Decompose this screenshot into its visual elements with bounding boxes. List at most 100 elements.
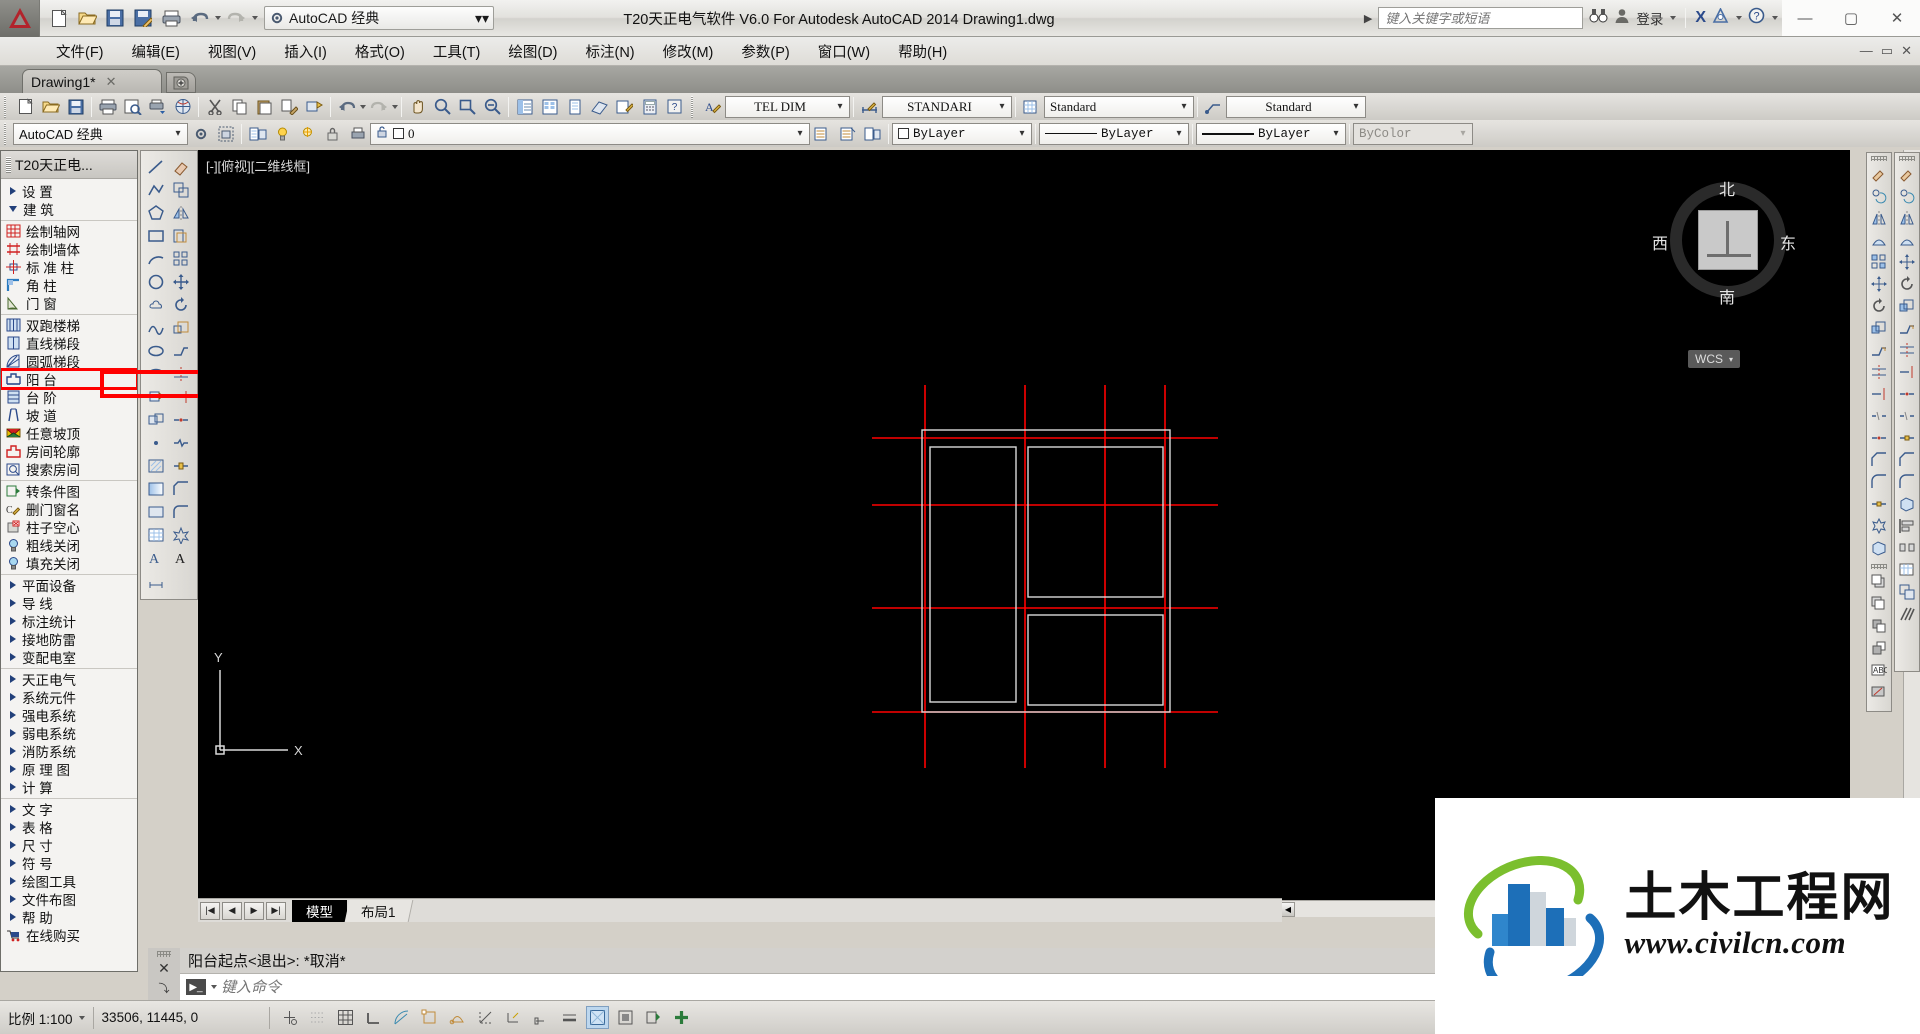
prev-tab-button[interactable]: ◀: [222, 901, 242, 920]
palette-item-thick-line-off[interactable]: 粗线关闭: [1, 536, 137, 554]
palette-title-bar[interactable]: T20天正电...: [1, 151, 137, 179]
single-text-icon[interactable]: A: [168, 546, 193, 569]
make-block-icon[interactable]: [143, 408, 168, 431]
layer-plot-icon[interactable]: [345, 122, 370, 145]
chevron-down-icon[interactable]: [78, 1015, 85, 1020]
publish-icon[interactable]: [145, 95, 170, 118]
print-icon[interactable]: [158, 5, 184, 31]
application-menu-button[interactable]: [0, 0, 40, 37]
palette-item-balcony[interactable]: 阳 台: [1, 368, 137, 390]
break-icon[interactable]: [1868, 405, 1890, 427]
tab-layout1[interactable]: 布局1: [344, 899, 413, 922]
doc-close-button[interactable]: ✕: [1901, 43, 1912, 59]
distribute-icon[interactable]: [1896, 537, 1918, 559]
chevron-down-icon[interactable]: ▾: [1329, 128, 1343, 139]
chevron-down-icon[interactable]: ▾: [171, 128, 185, 139]
autodesk-360-icon[interactable]: [1712, 7, 1729, 28]
cut-icon[interactable]: [202, 95, 227, 118]
trim-icon[interactable]: [1868, 361, 1890, 383]
3d-box-icon[interactable]: [1868, 537, 1890, 559]
save-icon[interactable]: [102, 5, 128, 31]
toolbar-grip-workspaces[interactable]: [3, 122, 10, 145]
align-icon[interactable]: [1868, 229, 1890, 251]
search-input[interactable]: [1378, 7, 1584, 29]
menu-tools[interactable]: 工具(T): [419, 37, 495, 66]
palette-item-dimension[interactable]: 尺 寸: [1, 836, 137, 854]
stretch-icon[interactable]: [1896, 317, 1918, 339]
palette-item-strong-electric-system[interactable]: 强电系统: [1, 706, 137, 724]
lineweight-icon[interactable]: [558, 1006, 581, 1029]
palette-item-draw-wall[interactable]: 绘制墙体: [1, 240, 137, 258]
palette-item-drawing-tools[interactable]: 绘图工具: [1, 872, 137, 890]
menu-edit[interactable]: 编辑(E): [118, 37, 194, 66]
circle-icon[interactable]: [143, 270, 168, 293]
palette-item-room-outline[interactable]: 房间轮廓: [1, 442, 137, 460]
region-icon[interactable]: [143, 500, 168, 523]
menu-file[interactable]: 文件(F): [42, 37, 118, 66]
view-cube[interactable]: 北 南 西 东 WCS ▾: [1640, 160, 1800, 368]
match-properties-icon[interactable]: [1868, 163, 1890, 185]
object-snap-icon[interactable]: [418, 1006, 441, 1029]
command-grip[interactable]: [157, 951, 171, 957]
open-icon[interactable]: [38, 95, 63, 118]
align-icon[interactable]: [1896, 229, 1918, 251]
layer-properties-icon[interactable]: [245, 122, 270, 145]
chevron-down-icon[interactable]: ▾: [995, 101, 1009, 112]
zoom-previous-icon[interactable]: [480, 95, 505, 118]
palette-item-file-layout[interactable]: 文件布图: [1, 890, 137, 908]
text-style-icon[interactable]: A: [700, 95, 725, 118]
menu-modify[interactable]: 修改(M): [649, 37, 728, 66]
copy-object-icon[interactable]: [168, 178, 193, 201]
hatch-to-back-icon[interactable]: [1868, 681, 1890, 703]
palette-item-plane-equipment[interactable]: 平面设备: [1, 576, 137, 594]
undo-dropdown-icon[interactable]: [215, 16, 221, 20]
palette-item-substation-room[interactable]: 变配电室: [1, 648, 137, 666]
menu-format[interactable]: 格式(O): [341, 37, 419, 66]
palette-item-corner-column[interactable]: 角 柱: [1, 276, 137, 294]
extend-icon[interactable]: [1868, 383, 1890, 405]
break-at-point-icon[interactable]: [1896, 383, 1918, 405]
join-icon[interactable]: [1896, 427, 1918, 449]
fillet-icon[interactable]: [1896, 471, 1918, 493]
palette-item-straight-stair[interactable]: 直线梯段: [1, 334, 137, 352]
workspace-menu-icon[interactable]: ▾: [482, 10, 489, 27]
toolbar-grip[interactable]: [3, 95, 10, 118]
save-as-icon[interactable]: [130, 5, 156, 31]
compass-west-label[interactable]: 西: [1652, 230, 1668, 254]
bring-to-front-icon[interactable]: [1868, 571, 1890, 593]
new-document-button[interactable]: [166, 72, 196, 93]
palette-item-wire[interactable]: 导 线: [1, 594, 137, 612]
stretch-icon[interactable]: [1868, 339, 1890, 361]
annotation-scale-selector[interactable]: 比例 1:100: [0, 1005, 93, 1031]
signin-label[interactable]: 登录: [1636, 8, 1663, 28]
infer-constraints-icon[interactable]: [278, 1006, 301, 1029]
workspace-combo[interactable]: AutoCAD 经典 ▾: [13, 122, 188, 145]
palette-item-fill-off[interactable]: 填充关闭: [1, 554, 137, 572]
rectangle-icon[interactable]: [143, 224, 168, 247]
transparency-icon[interactable]: [585, 1006, 609, 1029]
palette-item-convert-condition-drawing[interactable]: 转条件图: [1, 482, 137, 500]
palette-item-ramp[interactable]: 坡 道: [1, 406, 137, 424]
palette-item-fire-system[interactable]: 消防系统: [1, 742, 137, 760]
layer-make-current-icon[interactable]: [860, 122, 885, 145]
break-at-point-icon[interactable]: [1868, 427, 1890, 449]
mirror-icon[interactable]: [1896, 207, 1918, 229]
chevron-down-icon[interactable]: ▾: [1729, 355, 1733, 364]
open-icon[interactable]: [74, 5, 100, 31]
scale-icon[interactable]: [1868, 317, 1890, 339]
toolbar-grip[interactable]: [1871, 156, 1887, 161]
rotate-icon[interactable]: [168, 293, 193, 316]
text-to-front-icon[interactable]: ABC: [1868, 659, 1890, 681]
offset-icon[interactable]: [168, 224, 193, 247]
layer-freeze-icon[interactable]: [295, 122, 320, 145]
zoom-window-icon[interactable]: [455, 95, 480, 118]
new-icon[interactable]: [46, 5, 72, 31]
help-chevron-icon[interactable]: [1772, 16, 1778, 20]
compass-east-label[interactable]: 东: [1780, 230, 1796, 254]
copy-object-icon[interactable]: [1896, 581, 1918, 603]
palette-item-building[interactable]: 建 筑: [1, 200, 137, 218]
table-icon[interactable]: [143, 523, 168, 546]
scroll-left-button[interactable]: ◀: [1281, 901, 1295, 917]
palette-item-schematic[interactable]: 原 理 图: [1, 760, 137, 778]
palette-item-text[interactable]: 文 字: [1, 800, 137, 818]
